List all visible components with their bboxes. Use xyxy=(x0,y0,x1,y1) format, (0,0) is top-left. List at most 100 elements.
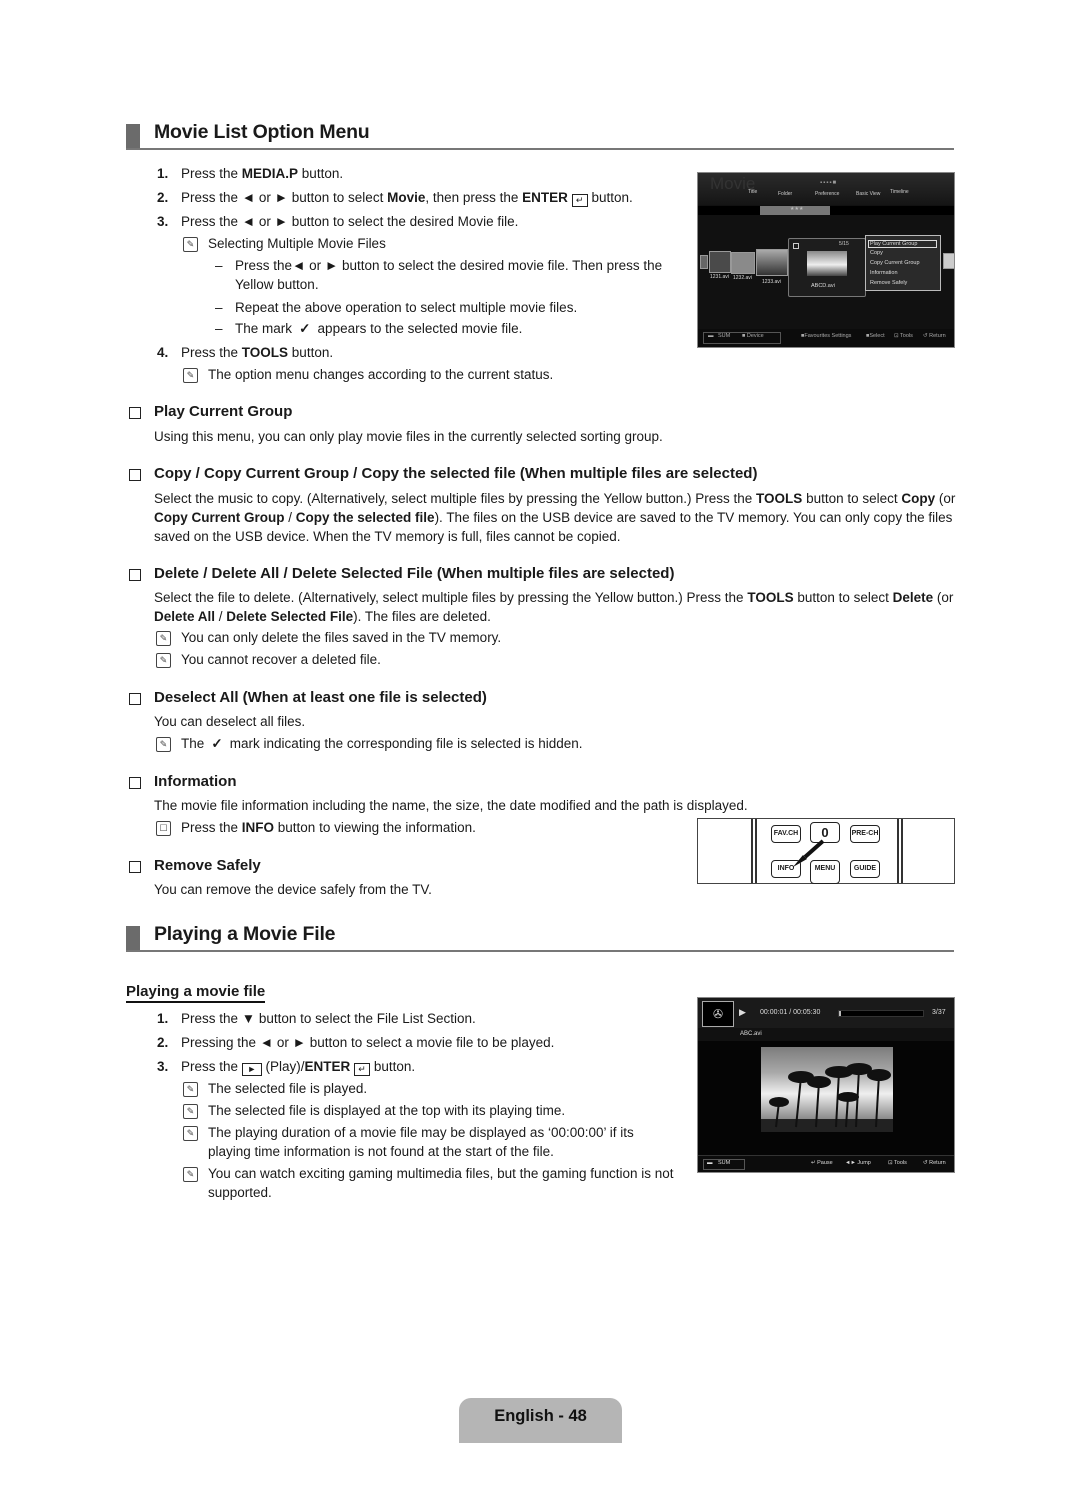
heading-bar xyxy=(126,124,140,148)
file-preview xyxy=(807,251,847,276)
menu-item-information[interactable]: Information xyxy=(870,270,898,276)
note: The selected file is played. xyxy=(208,1081,368,1096)
page-number-tab: English - 48 xyxy=(459,1398,622,1443)
note-selecting-multiple: Selecting Multiple Movie Files xyxy=(208,236,386,251)
remote-note-icon: ☐ xyxy=(156,821,171,836)
option-title-remove-safely: Remove Safely xyxy=(154,857,261,874)
tv-header: Movie ▪▪▪▪■ Title Folder Preference Basi… xyxy=(698,173,954,205)
dash: – xyxy=(215,258,223,273)
palm-trees-image xyxy=(761,1063,893,1132)
playback-time: 00:00:01 / 00:05:30 xyxy=(760,1009,821,1016)
note: You can watch exciting gaming multimedia… xyxy=(208,1166,674,1181)
tv-tab-timeline: Timeline xyxy=(890,189,909,195)
enter-icon: ↵ xyxy=(354,1063,371,1076)
note-icon: ✎ xyxy=(183,1104,198,1119)
note: Press the INFO button to viewing the inf… xyxy=(181,820,476,835)
remote-control-illustration: FAV.CH 0 PRE-CH INFO MENU GUIDE xyxy=(697,818,955,884)
menu-item-copy-current-group[interactable]: Copy Current Group xyxy=(870,260,920,266)
checkbox-icon xyxy=(793,243,799,249)
menu-item-play-current-group[interactable]: Play Current Group xyxy=(868,240,937,248)
tv-movie-playback-screenshot: ✇ ▶ 00:00:01 / 00:05:30 3/37 ABC.avi ▬ S… xyxy=(697,997,955,1173)
note: The ✓ mark indicating the corresponding … xyxy=(181,736,583,751)
note: The playing duration of a movie file may… xyxy=(208,1125,634,1140)
section-title: Playing a Movie File xyxy=(154,923,336,945)
remote-edge xyxy=(755,819,757,883)
key-pre-ch: PRE-CH xyxy=(850,825,880,843)
note-icon: ✎ xyxy=(183,1082,198,1097)
step-number: 3. xyxy=(157,1059,169,1074)
sort-bar-fill: ★★★ xyxy=(760,206,830,215)
footer-jump: ◄► Jump xyxy=(845,1160,871,1166)
menu-item-remove-safely[interactable]: Remove Safely xyxy=(870,280,907,286)
file-thumbnail xyxy=(731,252,755,274)
progress-fill xyxy=(839,1011,841,1016)
movie-frame xyxy=(761,1047,893,1132)
section-heading-movie-list-option-menu: Movie List Option Menu xyxy=(126,121,954,150)
play-step-1: Press the ▼ button to select the File Li… xyxy=(181,1011,476,1026)
checkbox-bullet xyxy=(129,469,141,481)
remote-edge xyxy=(901,819,903,883)
checkbox-bullet xyxy=(129,569,141,581)
option-title-delete: Delete / Delete All / Delete Selected Fi… xyxy=(154,565,675,582)
step-number: 4. xyxy=(157,345,169,360)
filename-bar: ABC.avi xyxy=(698,1028,954,1041)
file-name: 1232.avi xyxy=(733,275,752,281)
menu-item-copy[interactable]: Copy xyxy=(870,250,883,256)
tv-tab-preference: Preference xyxy=(815,191,840,197)
note-cont: playing time information is not found at… xyxy=(208,1144,554,1159)
checkmark-icon: ✓ xyxy=(211,736,223,751)
step-3: Press the ◄ or ► button to select the de… xyxy=(181,214,519,229)
note-icon: ✎ xyxy=(183,1167,198,1182)
footer-return: ↺ Return xyxy=(923,1160,946,1166)
option-body: Select the music to copy. (Alternatively… xyxy=(154,491,956,544)
footer-tools: ⊡ Tools xyxy=(888,1160,907,1166)
tv-movie-list-screenshot: Movie ▪▪▪▪■ Title Folder Preference Basi… xyxy=(697,172,955,348)
dash-item-1-cont: Yellow button. xyxy=(235,277,319,292)
dash: – xyxy=(215,300,223,315)
play-step-3: Press the ► (Play)/ENTER ↵ button. xyxy=(181,1059,416,1076)
option-body: You can remove the device safely from th… xyxy=(154,882,432,897)
file-thumbnail xyxy=(709,251,731,273)
checkbox-bullet xyxy=(129,693,141,705)
section-title: Movie List Option Menu xyxy=(154,121,370,143)
file-name: 1233.avi xyxy=(762,279,781,285)
footer-tools: ⊡ Tools xyxy=(894,333,913,339)
play-state-icon: ▶ xyxy=(739,1007,746,1017)
file-counter: 5/15 xyxy=(839,241,849,247)
file-thumbnail xyxy=(756,249,788,276)
tv-tab-title: Title xyxy=(748,189,758,195)
file-name: 1231.avi xyxy=(710,274,729,280)
key-guide: GUIDE xyxy=(850,860,880,878)
sort-stars: ★★★ xyxy=(790,206,804,212)
checkbox-bullet xyxy=(129,861,141,873)
usb-icon: ▬ xyxy=(707,1160,713,1166)
dash: – xyxy=(215,321,223,336)
footer-select: ■Select xyxy=(866,333,885,339)
note: You can only delete the files saved in t… xyxy=(181,630,502,645)
option-title-deselect-all: Deselect All (When at least one file is … xyxy=(154,689,487,706)
note-icon: ✎ xyxy=(183,368,198,383)
page-dots: ▪▪▪▪■ xyxy=(820,180,838,186)
note-cont: supported. xyxy=(208,1185,272,1200)
option-body: Select the file to delete. (Alternativel… xyxy=(154,590,954,624)
option-title-information: Information xyxy=(154,773,237,790)
option-body: You can deselect all files. xyxy=(154,714,306,729)
note-option-menu: The option menu changes according to the… xyxy=(208,367,554,382)
tv-footer: ▬ SUM ■ Device ■Favourites Settings ■Sel… xyxy=(698,329,954,347)
footer-pause: ↵ Pause xyxy=(811,1160,833,1166)
option-body: The movie file information including the… xyxy=(154,798,748,813)
progress-bar[interactable] xyxy=(838,1010,924,1017)
file-name: ABCD.avi xyxy=(811,283,835,289)
footer-sum: SUM xyxy=(718,333,731,339)
heading-bar xyxy=(126,926,140,950)
option-body: Using this menu, you can only play movie… xyxy=(154,429,663,444)
step-number: 1. xyxy=(157,1011,169,1026)
page-label: English - 48 xyxy=(494,1407,587,1425)
note-icon: ✎ xyxy=(183,1126,198,1141)
dash-item-1: Press the◄ or ► button to select the des… xyxy=(235,258,663,273)
checkmark-icon: ✓ xyxy=(299,321,311,336)
note: The selected file is displayed at the to… xyxy=(208,1103,566,1118)
footer-favourites: ■Favourites Settings xyxy=(801,333,852,339)
playback-bar: ✇ ▶ 00:00:01 / 00:05:30 3/37 xyxy=(698,998,954,1028)
remote-edge xyxy=(751,819,753,883)
